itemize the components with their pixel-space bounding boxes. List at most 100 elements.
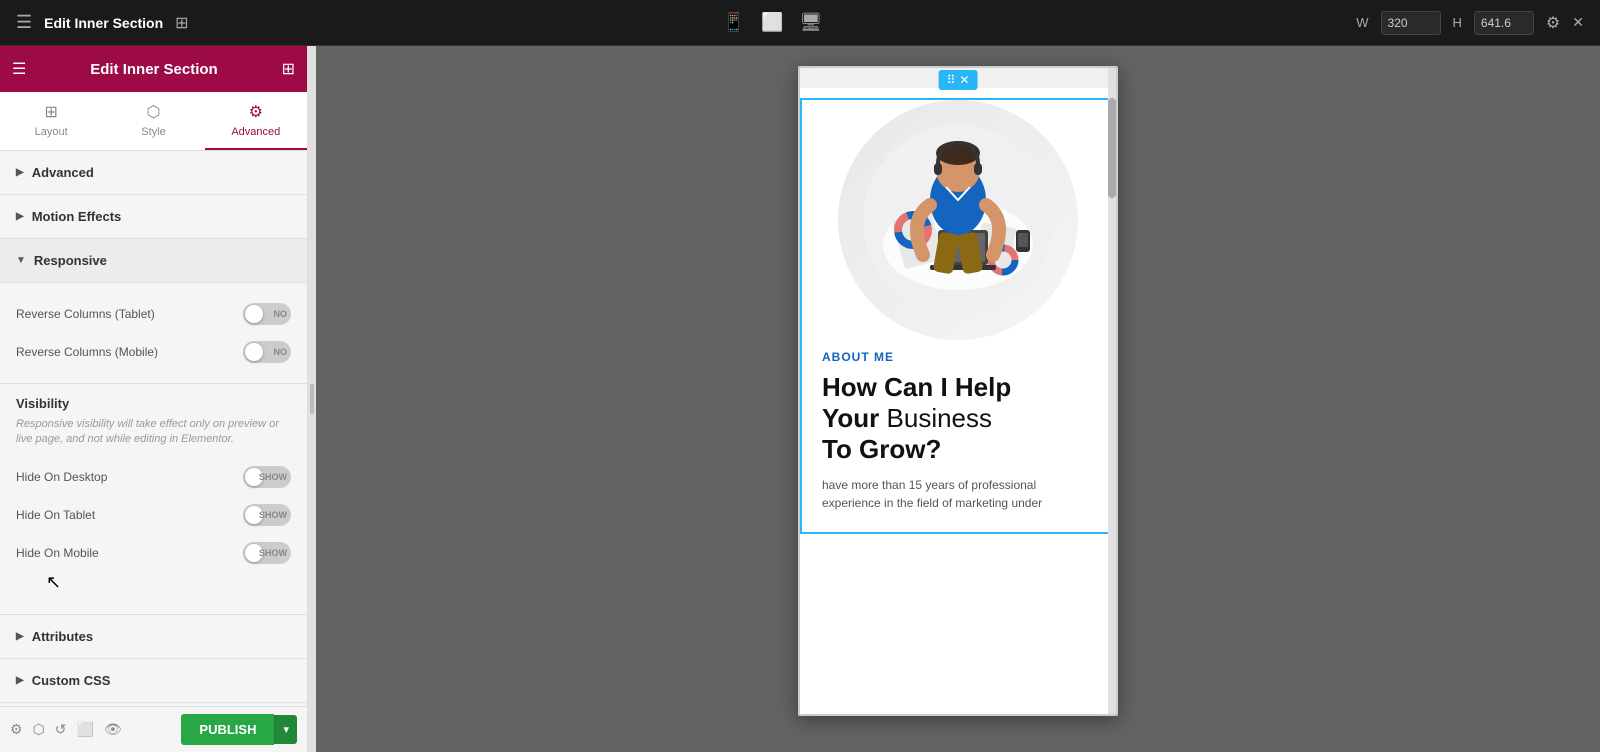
sidebar-title: Edit Inner Section (90, 61, 218, 78)
reverse-columns-mobile-label: Reverse Columns (Mobile) (16, 345, 158, 359)
responsive-footer-icon[interactable]: ⬜ (77, 721, 94, 738)
phone-icon[interactable]: 📱 (723, 12, 745, 33)
top-bar: ☰ Edit Inner Section ⊞ 📱 ⬜ 🖥 W H ⚙ ✕ (0, 0, 1600, 46)
custom-css-chevron-icon: ▶ (16, 675, 24, 686)
hide-desktop-label: Hide On Desktop (16, 470, 107, 484)
toggle-no-label: NO (274, 309, 288, 319)
attributes-section-header[interactable]: ▶ Attributes (0, 615, 307, 659)
tab-advanced[interactable]: ⚙ Advanced (205, 92, 307, 150)
reverse-columns-mobile-toggle[interactable]: NO (243, 341, 291, 363)
top-bar-left: ☰ Edit Inner Section ⊞ (16, 12, 189, 33)
selected-section: ⠿ ✕ (800, 98, 1116, 534)
advanced-chevron-icon: ▶ (16, 167, 24, 178)
device-scrollbar-thumb (1108, 98, 1116, 198)
history-footer-icon[interactable]: ↺ (55, 721, 67, 738)
toggle-knob-mobile (245, 343, 263, 361)
publish-dropdown-button[interactable]: ▾ (274, 715, 297, 744)
sidebar-header: ☰ Edit Inner Section ⊞ (0, 46, 307, 92)
hide-tablet-toggle[interactable]: SHOW (243, 504, 291, 526)
heading-line1: How Can I Help (822, 372, 1011, 402)
device-frame: ⠿ ✕ (798, 66, 1118, 716)
person-svg (858, 115, 1058, 325)
footer-icons: ⚙ ⬡ ↺ ⬜ 👁 (10, 721, 122, 738)
tab-layout[interactable]: ⊞ Layout (0, 92, 102, 150)
heading-text: How Can I Help Your Business To Grow? (822, 372, 1094, 466)
toggle-knob (245, 305, 263, 323)
publish-button[interactable]: PUBLISH (181, 714, 274, 745)
layout-tab-icon: ⊞ (44, 102, 57, 122)
reverse-columns-mobile-row: Reverse Columns (Mobile) NO (16, 333, 291, 371)
reverse-columns-tablet-row: Reverse Columns (Tablet) NO (16, 295, 291, 333)
layout-tab-label: Layout (35, 126, 68, 138)
toggle-no-label-mobile: NO (274, 347, 288, 357)
hide-mobile-label: Hide On Mobile (16, 546, 99, 560)
responsive-section-header[interactable]: ▼ Responsive (0, 239, 307, 283)
hide-mobile-row: Hide On Mobile SHOW (16, 534, 291, 572)
person-image (838, 100, 1078, 340)
attributes-chevron-icon: ▶ (16, 631, 24, 642)
about-label: ABOUT ME (822, 350, 1094, 364)
motion-effects-section-label: Motion Effects (32, 209, 122, 224)
top-bar-right: W H ⚙ ✕ (1356, 11, 1584, 35)
tablet-icon[interactable]: ⬜ (761, 12, 783, 33)
settings-icon[interactable]: ⚙ (1546, 13, 1560, 33)
layers-footer-icon[interactable]: ⬡ (33, 721, 45, 738)
responsive-chevron-icon: ▼ (16, 255, 26, 266)
resize-handle-inner (310, 384, 314, 414)
advanced-section-label: Advanced (32, 165, 94, 180)
reverse-columns-tablet-toggle[interactable]: NO (243, 303, 291, 325)
motion-effects-section-header[interactable]: ▶ Motion Effects (0, 195, 307, 239)
resize-handle[interactable] (308, 46, 316, 752)
heading-line3: To Grow? (822, 434, 941, 464)
responsive-section-label: Responsive (34, 253, 107, 268)
height-input[interactable] (1474, 11, 1534, 35)
canvas-area: ⠿ ✕ (316, 46, 1600, 752)
close-icon[interactable]: ✕ (1572, 14, 1584, 31)
show-label-mobile: SHOW (259, 548, 287, 558)
sidebar-grid-icon[interactable]: ⊞ (282, 59, 295, 79)
desktop-icon[interactable]: 🖥 (799, 12, 822, 33)
custom-css-section-header[interactable]: ▶ Custom CSS (0, 659, 307, 703)
top-bar-title: Edit Inner Section (44, 15, 163, 31)
style-tab-label: Style (141, 126, 165, 138)
sidebar-content: ▶ Advanced ▶ Motion Effects ▼ Responsive… (0, 151, 307, 706)
hide-mobile-toggle[interactable]: SHOW (243, 542, 291, 564)
eye-footer-icon[interactable]: 👁 (104, 721, 122, 738)
heading-bold: Your (822, 403, 879, 433)
grid-icon[interactable]: ⊞ (175, 13, 188, 33)
device-scrollbar[interactable] (1108, 68, 1116, 714)
publish-group: PUBLISH ▾ (181, 714, 297, 745)
show-label-tablet: SHOW (259, 510, 287, 520)
sidebar-hamburger-icon[interactable]: ☰ (12, 59, 26, 79)
show-label-desktop: SHOW (259, 472, 287, 482)
visibility-title: Visibility (16, 396, 291, 411)
advanced-section-header[interactable]: ▶ Advanced (0, 151, 307, 195)
device-content: ABOUT ME How Can I Help Your Business To… (810, 350, 1106, 532)
element-toolbar: ⠿ ✕ (939, 70, 978, 90)
tab-style[interactable]: ⬡ Style (102, 92, 204, 150)
reverse-columns-tablet-label: Reverse Columns (Tablet) (16, 307, 155, 321)
motion-effects-chevron-icon: ▶ (16, 211, 24, 222)
visibility-section: Visibility Responsive visibility will ta… (0, 384, 307, 615)
width-label: W (1356, 15, 1368, 30)
hide-desktop-toggle[interactable]: SHOW (243, 466, 291, 488)
hide-tablet-row: Hide On Tablet SHOW (16, 496, 291, 534)
width-input[interactable] (1381, 11, 1441, 35)
element-move-icon[interactable]: ⠿ (947, 73, 956, 87)
device-switcher: 📱 ⬜ 🖥 (723, 12, 823, 33)
element-close-icon[interactable]: ✕ (959, 73, 969, 87)
sidebar: ☰ Edit Inner Section ⊞ ⊞ Layout ⬡ Style … (0, 46, 308, 752)
main-layout: ☰ Edit Inner Section ⊞ ⊞ Layout ⬡ Style … (0, 46, 1600, 752)
hamburger-icon[interactable]: ☰ (16, 12, 32, 33)
style-tab-icon: ⬡ (147, 102, 161, 122)
sidebar-tabs: ⊞ Layout ⬡ Style ⚙ Advanced (0, 92, 307, 151)
heading-rest: Business (879, 403, 992, 433)
attributes-section-label: Attributes (32, 629, 93, 644)
sidebar-footer: ⚙ ⬡ ↺ ⬜ 👁 PUBLISH ▾ (0, 706, 307, 752)
cursor-area: ↖ (16, 572, 291, 602)
height-label: H (1453, 15, 1462, 30)
advanced-tab-label: Advanced (231, 126, 280, 138)
person-image-wrapper (810, 100, 1106, 340)
custom-css-section-label: Custom CSS (32, 673, 111, 688)
settings-footer-icon[interactable]: ⚙ (10, 721, 23, 738)
